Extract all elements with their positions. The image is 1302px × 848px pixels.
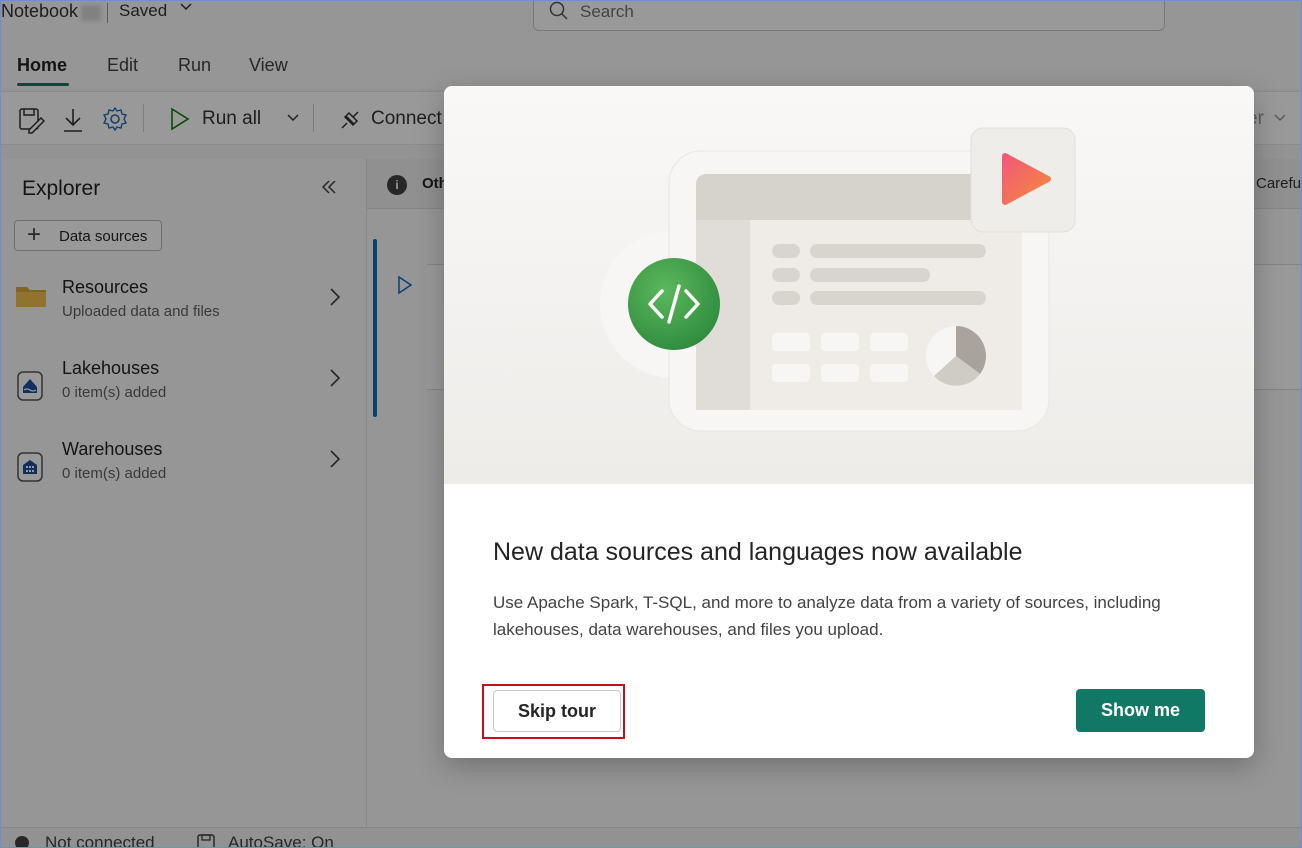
show-me-button[interactable]: Show me	[1076, 689, 1205, 732]
notebook-illustration	[600, 127, 1076, 432]
tour-dialog: New data sources and languages now avail…	[444, 86, 1254, 758]
dialog-body: Use Apache Spark, T-SQL, and more to ana…	[493, 593, 1161, 639]
app-window: Notebook Saved Search Home Edit Run View	[0, 0, 1302, 848]
skip-tour-button[interactable]: Skip tour	[493, 690, 621, 732]
dialog-title: New data sources and languages now avail…	[493, 538, 1023, 566]
hero-illustration	[444, 86, 1254, 484]
